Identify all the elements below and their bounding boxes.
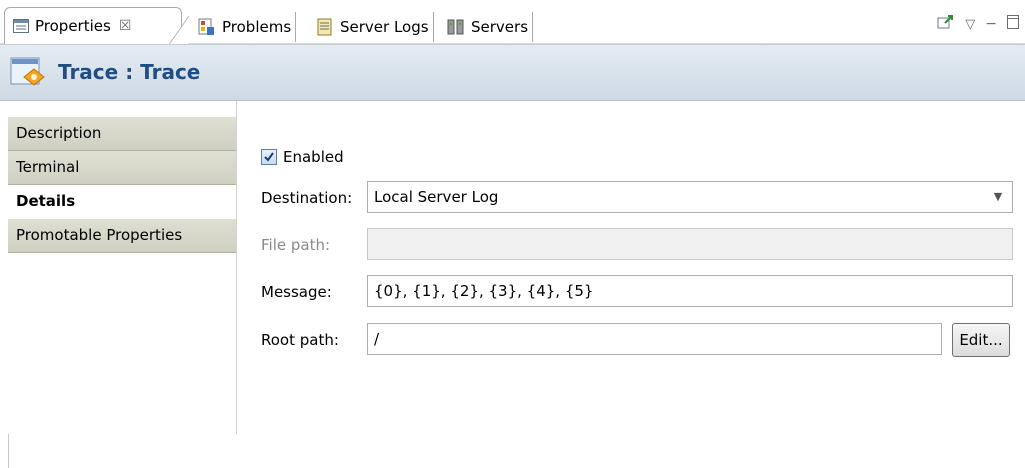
section-tabs: Description Terminal Details Promotable …	[8, 101, 237, 434]
view-toolbar: ▽ −	[937, 14, 1019, 34]
root-path-label: Root path:	[261, 331, 339, 349]
view-tab-bar: Properties ☒ Problems Server Logs Server…	[0, 0, 1025, 44]
tab-servers[interactable]: Servers	[443, 12, 534, 42]
tab-properties[interactable]: Properties ☒	[4, 7, 182, 44]
section-tab-terminal[interactable]: Terminal	[8, 151, 236, 185]
destination-value: Local Server Log	[374, 188, 499, 206]
enabled-label: Enabled	[283, 148, 344, 166]
section-tab-promotable-properties[interactable]: Promotable Properties	[8, 219, 236, 253]
close-icon[interactable]: ☒	[119, 18, 132, 34]
tab-server-logs[interactable]: Server Logs	[312, 12, 434, 42]
tab-problems-label: Problems	[222, 18, 292, 36]
enabled-checkbox[interactable]	[261, 149, 277, 165]
message-label: Message:	[261, 283, 332, 301]
enabled-checkbox-row[interactable]: Enabled	[261, 148, 344, 166]
pin-icon[interactable]	[937, 14, 955, 34]
problems-icon	[198, 18, 216, 36]
destination-select[interactable]: Local Server Log ▼	[367, 181, 1013, 213]
edit-button[interactable]: Edit...	[952, 323, 1010, 357]
trace-node-icon	[10, 57, 46, 95]
properties-title-bar: Trace : Trace	[0, 44, 1025, 101]
file-path-label: File path:	[261, 236, 331, 254]
section-tab-description[interactable]: Description	[8, 117, 236, 151]
maximize-icon[interactable]	[1007, 15, 1019, 33]
details-form: Enabled Destination: Local Server Log ▼ …	[237, 101, 1025, 434]
root-path-field[interactable]: /	[367, 323, 942, 355]
view-menu-icon[interactable]: ▽	[965, 17, 975, 32]
section-tab-details[interactable]: Details	[8, 185, 236, 219]
properties-icon	[13, 19, 29, 33]
message-field[interactable]: {0}, {1}, {2}, {3}, {4}, {5}	[367, 275, 1013, 307]
tab-problems[interactable]: Problems	[194, 12, 297, 42]
tab-servers-label: Servers	[471, 18, 529, 36]
servers-icon	[447, 18, 465, 36]
minimize-icon[interactable]: −	[985, 16, 997, 32]
page-title: Trace : Trace	[58, 60, 201, 84]
tab-server-logs-label: Server Logs	[340, 18, 429, 36]
server-logs-icon	[316, 18, 334, 36]
chevron-down-icon[interactable]: ▼	[984, 182, 1012, 212]
file-path-field[interactable]	[367, 228, 1013, 260]
destination-label: Destination:	[261, 189, 353, 207]
view-bottom-edge	[8, 434, 9, 468]
tab-properties-label: Properties	[35, 17, 111, 35]
checkmark-icon	[264, 152, 274, 162]
